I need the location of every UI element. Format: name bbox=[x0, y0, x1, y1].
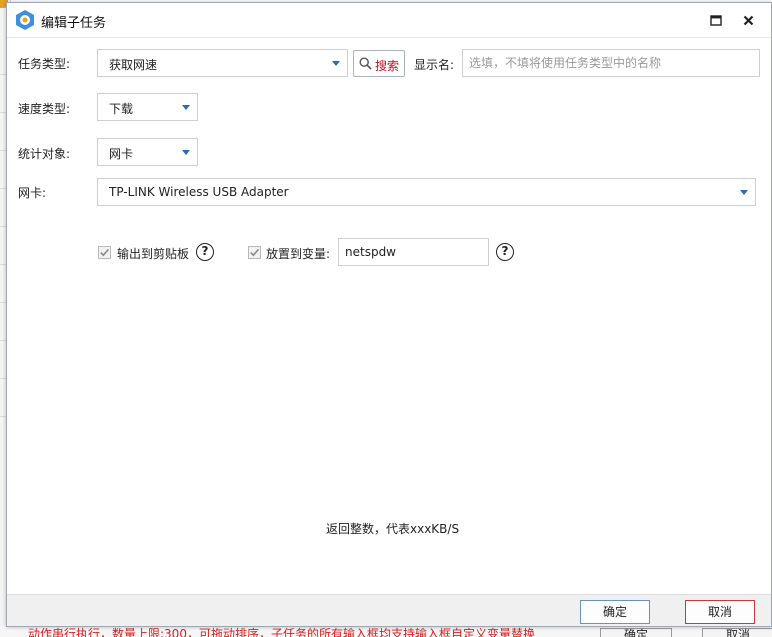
speed-type-select[interactable]: 下载 bbox=[97, 93, 198, 121]
speed-type-value: 下载 bbox=[109, 102, 134, 116]
dialog-title: 编辑子任务 bbox=[41, 16, 107, 31]
save-variable-checkbox[interactable] bbox=[248, 246, 261, 259]
chevron-down-icon bbox=[182, 105, 190, 110]
variable-name-input[interactable] bbox=[338, 238, 489, 266]
edit-subtask-dialog: 编辑子任务 任务类型: 获取网速 搜索 显示名: 速度类型: 下载 统 bbox=[6, 2, 772, 627]
checkmark-icon bbox=[100, 248, 110, 257]
nic-value: TP-LINK Wireless USB Adapter bbox=[109, 185, 289, 199]
task-type-value: 获取网速 bbox=[109, 58, 158, 72]
task-type-label: 任务类型: bbox=[18, 57, 71, 71]
chevron-down-icon bbox=[182, 150, 190, 155]
save-variable-label: 放置到变量: bbox=[266, 247, 331, 261]
title-bar: 编辑子任务 bbox=[7, 3, 771, 38]
search-button-label: 搜索 bbox=[375, 59, 400, 73]
speed-type-label: 速度类型: bbox=[18, 102, 71, 116]
background-status-text: 动作串行执行，数量上限:300，可拖动排序，子任务的所有输入框均支持输入框自定义… bbox=[28, 627, 535, 637]
dialog-footer: 确定 取消 bbox=[7, 594, 771, 626]
output-clipboard-label: 输出到剪贴板 bbox=[117, 247, 190, 261]
output-clipboard-checkbox[interactable] bbox=[98, 246, 111, 259]
chevron-down-icon bbox=[740, 190, 748, 195]
search-button[interactable]: 搜索 bbox=[353, 50, 405, 77]
help-icon[interactable]: ? bbox=[496, 243, 514, 261]
background-cancel-button[interactable]: 取消 bbox=[702, 628, 772, 637]
help-icon[interactable]: ? bbox=[196, 243, 214, 261]
background-ok-button[interactable]: 确定 bbox=[600, 628, 672, 637]
stat-object-value: 网卡 bbox=[109, 147, 134, 161]
maximize-button[interactable] bbox=[708, 12, 724, 28]
nic-select[interactable]: TP-LINK Wireless USB Adapter bbox=[97, 178, 756, 206]
cancel-button[interactable]: 取消 bbox=[685, 600, 755, 624]
display-name-label: 显示名: bbox=[414, 58, 455, 72]
checkmark-icon bbox=[250, 248, 260, 257]
search-icon bbox=[359, 57, 372, 70]
background-status-bar: 动作串行执行，数量上限:300，可拖动排序，子任务的所有输入框均支持输入框自定义… bbox=[0, 626, 772, 637]
display-name-input[interactable] bbox=[462, 49, 760, 77]
task-type-select[interactable]: 获取网速 bbox=[97, 49, 348, 77]
return-description: 返回整数，代表xxxKB/S bbox=[326, 522, 460, 536]
maximize-icon bbox=[710, 14, 722, 26]
nic-label: 网卡: bbox=[18, 186, 47, 200]
close-icon bbox=[743, 15, 753, 25]
close-button[interactable] bbox=[740, 12, 756, 28]
chevron-down-icon bbox=[332, 61, 340, 66]
app-logo-icon bbox=[16, 10, 34, 30]
stat-object-label: 统计对象: bbox=[18, 147, 71, 161]
ok-button[interactable]: 确定 bbox=[580, 600, 650, 624]
stat-object-select[interactable]: 网卡 bbox=[97, 138, 198, 166]
